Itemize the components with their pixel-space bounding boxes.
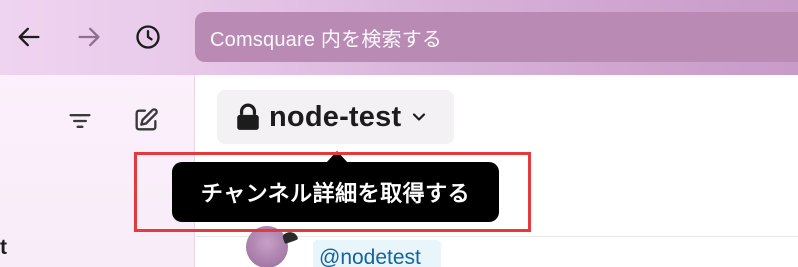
compose-button[interactable] bbox=[130, 104, 162, 136]
lock-icon bbox=[237, 103, 259, 130]
filter-button[interactable] bbox=[64, 105, 96, 137]
avatar-decoration bbox=[281, 229, 299, 245]
user-mention[interactable]: @nodetest bbox=[313, 240, 441, 267]
history-button[interactable] bbox=[131, 20, 165, 54]
filter-icon bbox=[69, 114, 91, 128]
search-placeholder: Comsquare 内を検索する bbox=[210, 28, 443, 51]
compose-icon bbox=[135, 108, 158, 131]
channel-name: node-test bbox=[269, 100, 402, 133]
top-bar: Comsquare 内を検索する bbox=[0, 0, 798, 75]
sidebar-truncated-text: t bbox=[0, 236, 7, 259]
chevron-down-icon bbox=[413, 113, 426, 121]
channel-name-button[interactable]: node-test bbox=[217, 90, 454, 144]
back-button[interactable] bbox=[12, 20, 46, 54]
mention-text: @nodetest bbox=[319, 246, 421, 267]
search-input[interactable]: Comsquare 内を検索する bbox=[195, 12, 798, 62]
forward-button[interactable] bbox=[72, 20, 106, 54]
avatar[interactable] bbox=[246, 226, 288, 267]
clock-icon bbox=[136, 25, 160, 49]
highlight-box bbox=[134, 152, 531, 232]
arrow-right-icon bbox=[78, 27, 100, 47]
arrow-left-icon bbox=[18, 27, 40, 47]
